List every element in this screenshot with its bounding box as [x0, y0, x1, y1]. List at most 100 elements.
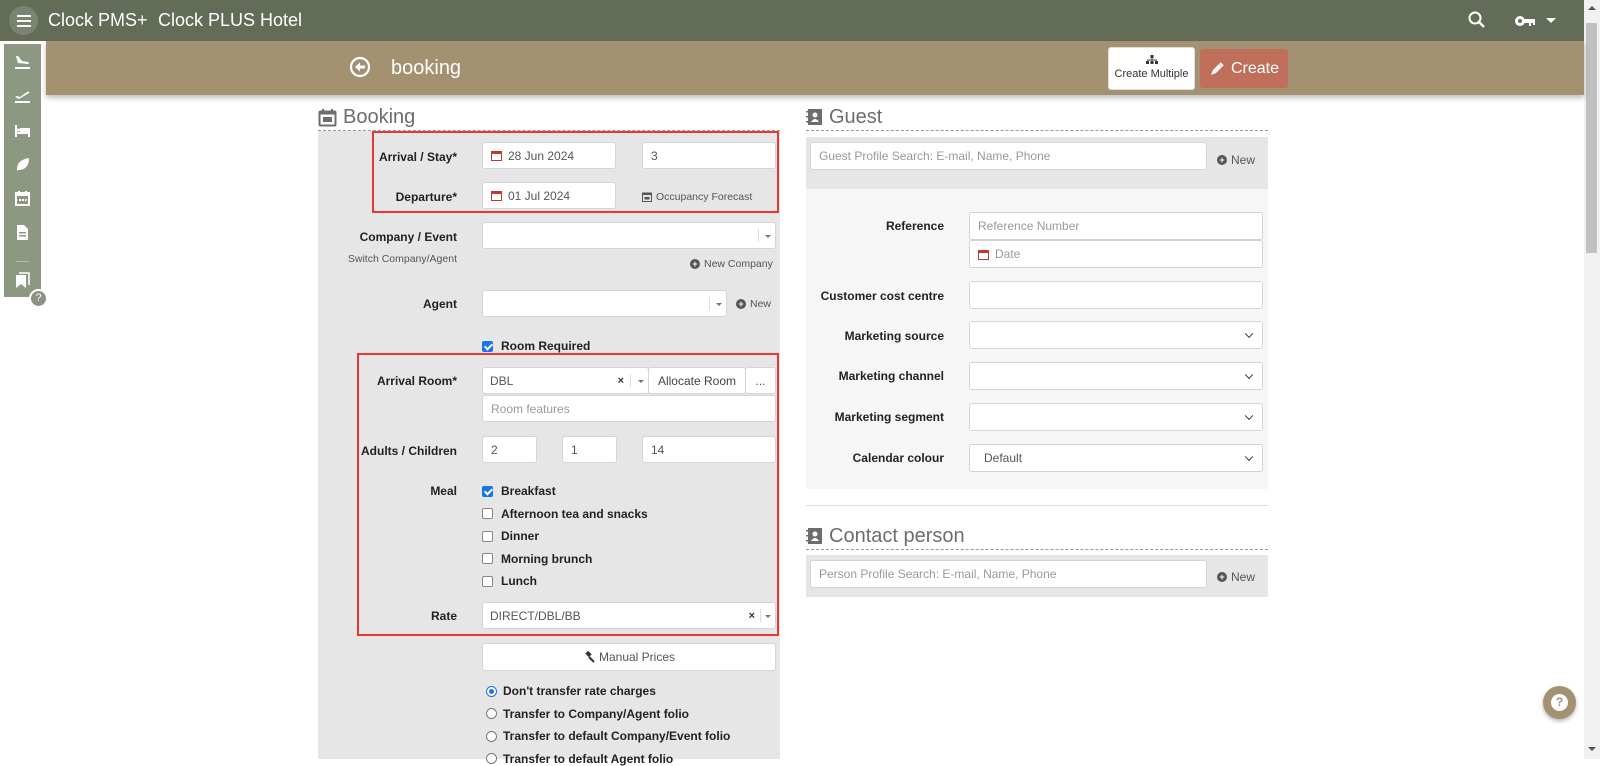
caret-down-icon[interactable]	[765, 614, 771, 618]
create-button[interactable]: Create	[1200, 49, 1288, 88]
cost-centre-input[interactable]	[969, 281, 1263, 309]
page-scrollbar[interactable]	[1584, 0, 1600, 759]
meal-checkbox-afternoon-tea-and-snacks[interactable]: Afternoon tea and snacks	[482, 507, 648, 521]
radio-unselected[interactable]	[486, 730, 497, 742]
checkbox-unchecked[interactable]	[482, 508, 493, 519]
side-nav-divider	[16, 261, 29, 262]
meal-label: Morning brunch	[501, 551, 593, 566]
document-icon[interactable]	[13, 223, 32, 242]
reference-date-input[interactable]: Date	[969, 240, 1263, 268]
meal-checkbox-morning-brunch[interactable]: Morning brunch	[482, 552, 592, 566]
arrival-room-label: Arrival Room*	[376, 374, 457, 388]
agent-select[interactable]	[482, 290, 727, 317]
occupancy-forecast-label: Occupancy Forecast	[656, 191, 753, 203]
search-icon[interactable]	[1467, 10, 1487, 30]
key-icon[interactable]	[1514, 12, 1536, 30]
meal-checkbox-dinner[interactable]: Dinner	[482, 529, 539, 543]
arrivals-icon[interactable]	[13, 52, 32, 71]
transfer-radio-option[interactable]: Transfer to default Company/Event folio	[486, 729, 730, 743]
child-age-input[interactable]: 14	[642, 436, 776, 463]
pen-icon	[1210, 61, 1224, 75]
stay-nights-input[interactable]: 3	[642, 142, 776, 169]
account-dropdown-caret-icon[interactable]	[1546, 18, 1556, 23]
radio-selected[interactable]	[486, 685, 497, 697]
meal-label: Dinner	[501, 529, 540, 543]
meal-checkbox-lunch[interactable]: Lunch	[482, 574, 537, 588]
manual-prices-button[interactable]: Manual Prices	[482, 643, 776, 671]
sitemap-icon	[1145, 55, 1158, 64]
side-nav-help-button[interactable]: ?	[29, 289, 48, 308]
caret-down-icon[interactable]	[638, 379, 644, 383]
meal-checkbox-breakfast[interactable]: Breakfast	[482, 484, 556, 498]
calendar-icon[interactable]	[13, 189, 32, 208]
checkbox-checked[interactable]	[482, 485, 493, 497]
person-profile-search-input[interactable]: Person Profile Search: E-mail, Name, Pho…	[810, 560, 1207, 588]
radio-unselected[interactable]	[486, 708, 497, 719]
new-contact-link[interactable]: + New	[1217, 570, 1255, 584]
company-event-label: Company / Event	[359, 230, 457, 244]
meal-label: Afternoon tea and snacks	[501, 506, 648, 521]
room-features-input[interactable]: Room features	[482, 395, 776, 422]
scroll-down-arrow-icon[interactable]	[1588, 747, 1596, 751]
page-header-bar: booking Create Multiple Create	[46, 41, 1584, 95]
clear-icon[interactable]: ×	[618, 375, 624, 387]
room-type-select[interactable]: DBL ×	[482, 367, 649, 394]
company-event-select[interactable]	[482, 222, 776, 249]
bed-icon[interactable]	[13, 121, 32, 140]
create-multiple-button[interactable]: Create Multiple	[1108, 47, 1195, 90]
departure-date-input[interactable]: 01 Jul 2024	[482, 182, 616, 209]
marketing-segment-select[interactable]	[969, 403, 1263, 431]
rate-select[interactable]: DIRECT/DBL/BB ×	[482, 602, 776, 629]
rate-label: Rate	[430, 609, 457, 623]
calendar-icon	[491, 191, 502, 201]
scroll-up-arrow-icon[interactable]	[1588, 6, 1596, 10]
top-bar: Clock PMS+ Clock PLUS Hotel	[0, 0, 1584, 41]
new-company-link[interactable]: + New Company	[690, 258, 773, 270]
chevron-down-icon	[1244, 370, 1254, 380]
checkbox-unchecked[interactable]	[482, 530, 493, 542]
hotel-name[interactable]: Clock PLUS Hotel	[158, 10, 302, 31]
new-company-label: New Company	[704, 258, 773, 270]
calendar-colour-select[interactable]: Default	[969, 444, 1263, 472]
switch-company-agent-link[interactable]: Switch Company/Agent	[330, 253, 457, 265]
occupancy-forecast-link[interactable]: Occupancy Forecast	[642, 191, 752, 203]
reference-label: Reference	[885, 219, 944, 233]
marketing-source-select[interactable]	[969, 321, 1263, 349]
checkbox-checked[interactable]	[482, 340, 493, 352]
adults-input[interactable]: 2	[482, 436, 537, 463]
departures-icon[interactable]	[13, 86, 32, 105]
guest-section-heading: Guest	[806, 104, 1268, 131]
room-required-checkbox[interactable]: Room Required	[482, 339, 590, 353]
arrival-date-input[interactable]: 28 Jun 2024	[482, 142, 616, 169]
children-input[interactable]: 1	[562, 436, 617, 463]
calendar-icon	[491, 151, 502, 161]
stay-nights-value: 3	[651, 148, 658, 163]
guest-heading: Guest	[829, 105, 883, 128]
plus-circle-icon: +	[1217, 155, 1227, 165]
bookmark-icon[interactable]	[13, 271, 32, 290]
transfer-radio-option[interactable]: Don't transfer rate charges	[486, 684, 656, 698]
app-name[interactable]: Clock PMS+	[48, 10, 148, 31]
meal-label: Meal	[430, 484, 457, 498]
transfer-radio-option[interactable]: Transfer to Company/Agent folio	[486, 707, 689, 721]
back-arrow-circle-icon[interactable]	[349, 56, 371, 78]
allocate-room-button[interactable]: Allocate Room	[648, 367, 746, 394]
menu-button[interactable]	[9, 6, 38, 35]
guest-profile-search-input[interactable]: Guest Profile Search: E-mail, Name, Phon…	[810, 142, 1207, 170]
reference-number-input[interactable]: Reference Number	[969, 212, 1263, 240]
contact-section-heading: Contact person	[806, 523, 1268, 550]
room-type-value: DBL	[490, 373, 514, 388]
new-guest-link[interactable]: + New	[1217, 153, 1255, 167]
children-value: 1	[571, 442, 578, 457]
clear-icon[interactable]: ×	[749, 610, 755, 622]
marketing-channel-select[interactable]	[969, 362, 1263, 390]
scroll-thumb[interactable]	[1586, 23, 1597, 253]
checkbox-unchecked[interactable]	[482, 575, 493, 587]
room-more-button[interactable]: ...	[745, 367, 776, 394]
checkbox-unchecked[interactable]	[482, 553, 493, 564]
room-features-placeholder: Room features	[491, 401, 570, 416]
help-chat-button[interactable]: ?	[1543, 686, 1576, 719]
arrival-date-value: 28 Jun 2024	[508, 148, 575, 163]
new-agent-link[interactable]: + New	[736, 298, 771, 310]
leaf-icon[interactable]	[13, 155, 32, 174]
